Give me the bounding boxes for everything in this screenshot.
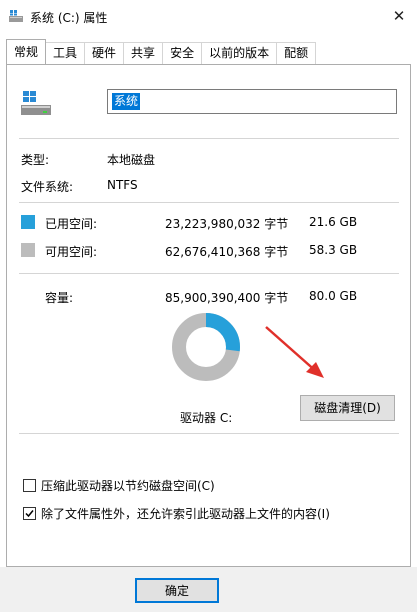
dialog-footer: 确定	[0, 567, 417, 612]
general-panel: 系统 类型: 本地磁盘 文件系统: NTFS 已用空间: 23,223,980,…	[6, 64, 411, 567]
tab-tools[interactable]: 工具	[45, 42, 86, 64]
drive-icon	[21, 91, 51, 115]
ok-button[interactable]: 确定	[135, 578, 219, 603]
index-option-label: 除了文件属性外，还允许索引此驱动器上文件的内容(I)	[41, 507, 330, 521]
free-space-swatch	[21, 243, 35, 257]
window-title: 系统 (C:) 属性	[30, 11, 108, 25]
red-arrow-icon	[265, 326, 324, 378]
tab-hardware[interactable]: 硬件	[84, 42, 125, 64]
filesystem-label: 文件系统:	[21, 180, 74, 194]
drive-icon	[9, 10, 23, 22]
used-space-bytes: 23,223,980,032 字节	[165, 217, 289, 231]
title-bar: 系统 (C:) 属性 ✕	[0, 0, 417, 34]
compress-option[interactable]: 压缩此驱动器以节约磁盘空间(C)	[23, 477, 215, 494]
tab-general[interactable]: 常规	[6, 39, 47, 64]
free-space-label: 可用空间:	[45, 245, 98, 259]
tab-strip: 常规 工具 硬件 共享 安全 以前的版本 配额	[6, 39, 317, 64]
tab-sharing[interactable]: 共享	[123, 42, 164, 64]
free-space-bytes: 62,676,410,368 字节	[165, 245, 289, 259]
capacity-size: 80.0 GB	[309, 289, 358, 303]
tab-quota[interactable]: 配额	[276, 42, 317, 64]
disk-usage-donut	[172, 313, 240, 381]
index-option[interactable]: 除了文件属性外，还允许索引此驱动器上文件的内容(I)	[23, 505, 330, 522]
close-button[interactable]: ✕	[387, 5, 411, 27]
drive-name-input[interactable]: 系统	[107, 89, 397, 114]
type-label: 类型:	[21, 153, 50, 167]
disk-cleanup-button[interactable]: 磁盘清理(D)	[300, 395, 395, 421]
used-space-label: 已用空间:	[45, 217, 98, 231]
checkmark-icon	[25, 510, 34, 518]
drive-label: 驱动器 C:	[180, 411, 233, 425]
divider	[19, 138, 399, 139]
compress-option-label: 压缩此驱动器以节约磁盘空间(C)	[41, 479, 215, 493]
used-space-swatch	[21, 215, 35, 229]
free-space-size: 58.3 GB	[309, 243, 358, 257]
capacity-label: 容量:	[45, 291, 74, 305]
divider	[19, 433, 399, 434]
compress-checkbox[interactable]	[23, 479, 36, 492]
index-checkbox[interactable]	[23, 507, 36, 520]
capacity-bytes: 85,900,390,400 字节	[165, 291, 289, 305]
filesystem-value: NTFS	[107, 178, 138, 192]
type-value: 本地磁盘	[107, 153, 156, 167]
used-space-size: 21.6 GB	[309, 215, 358, 229]
divider	[19, 273, 399, 274]
divider	[19, 202, 399, 203]
tab-previous-versions[interactable]: 以前的版本	[201, 42, 278, 64]
tab-security[interactable]: 安全	[162, 42, 203, 64]
drive-name-value: 系统	[112, 93, 141, 110]
